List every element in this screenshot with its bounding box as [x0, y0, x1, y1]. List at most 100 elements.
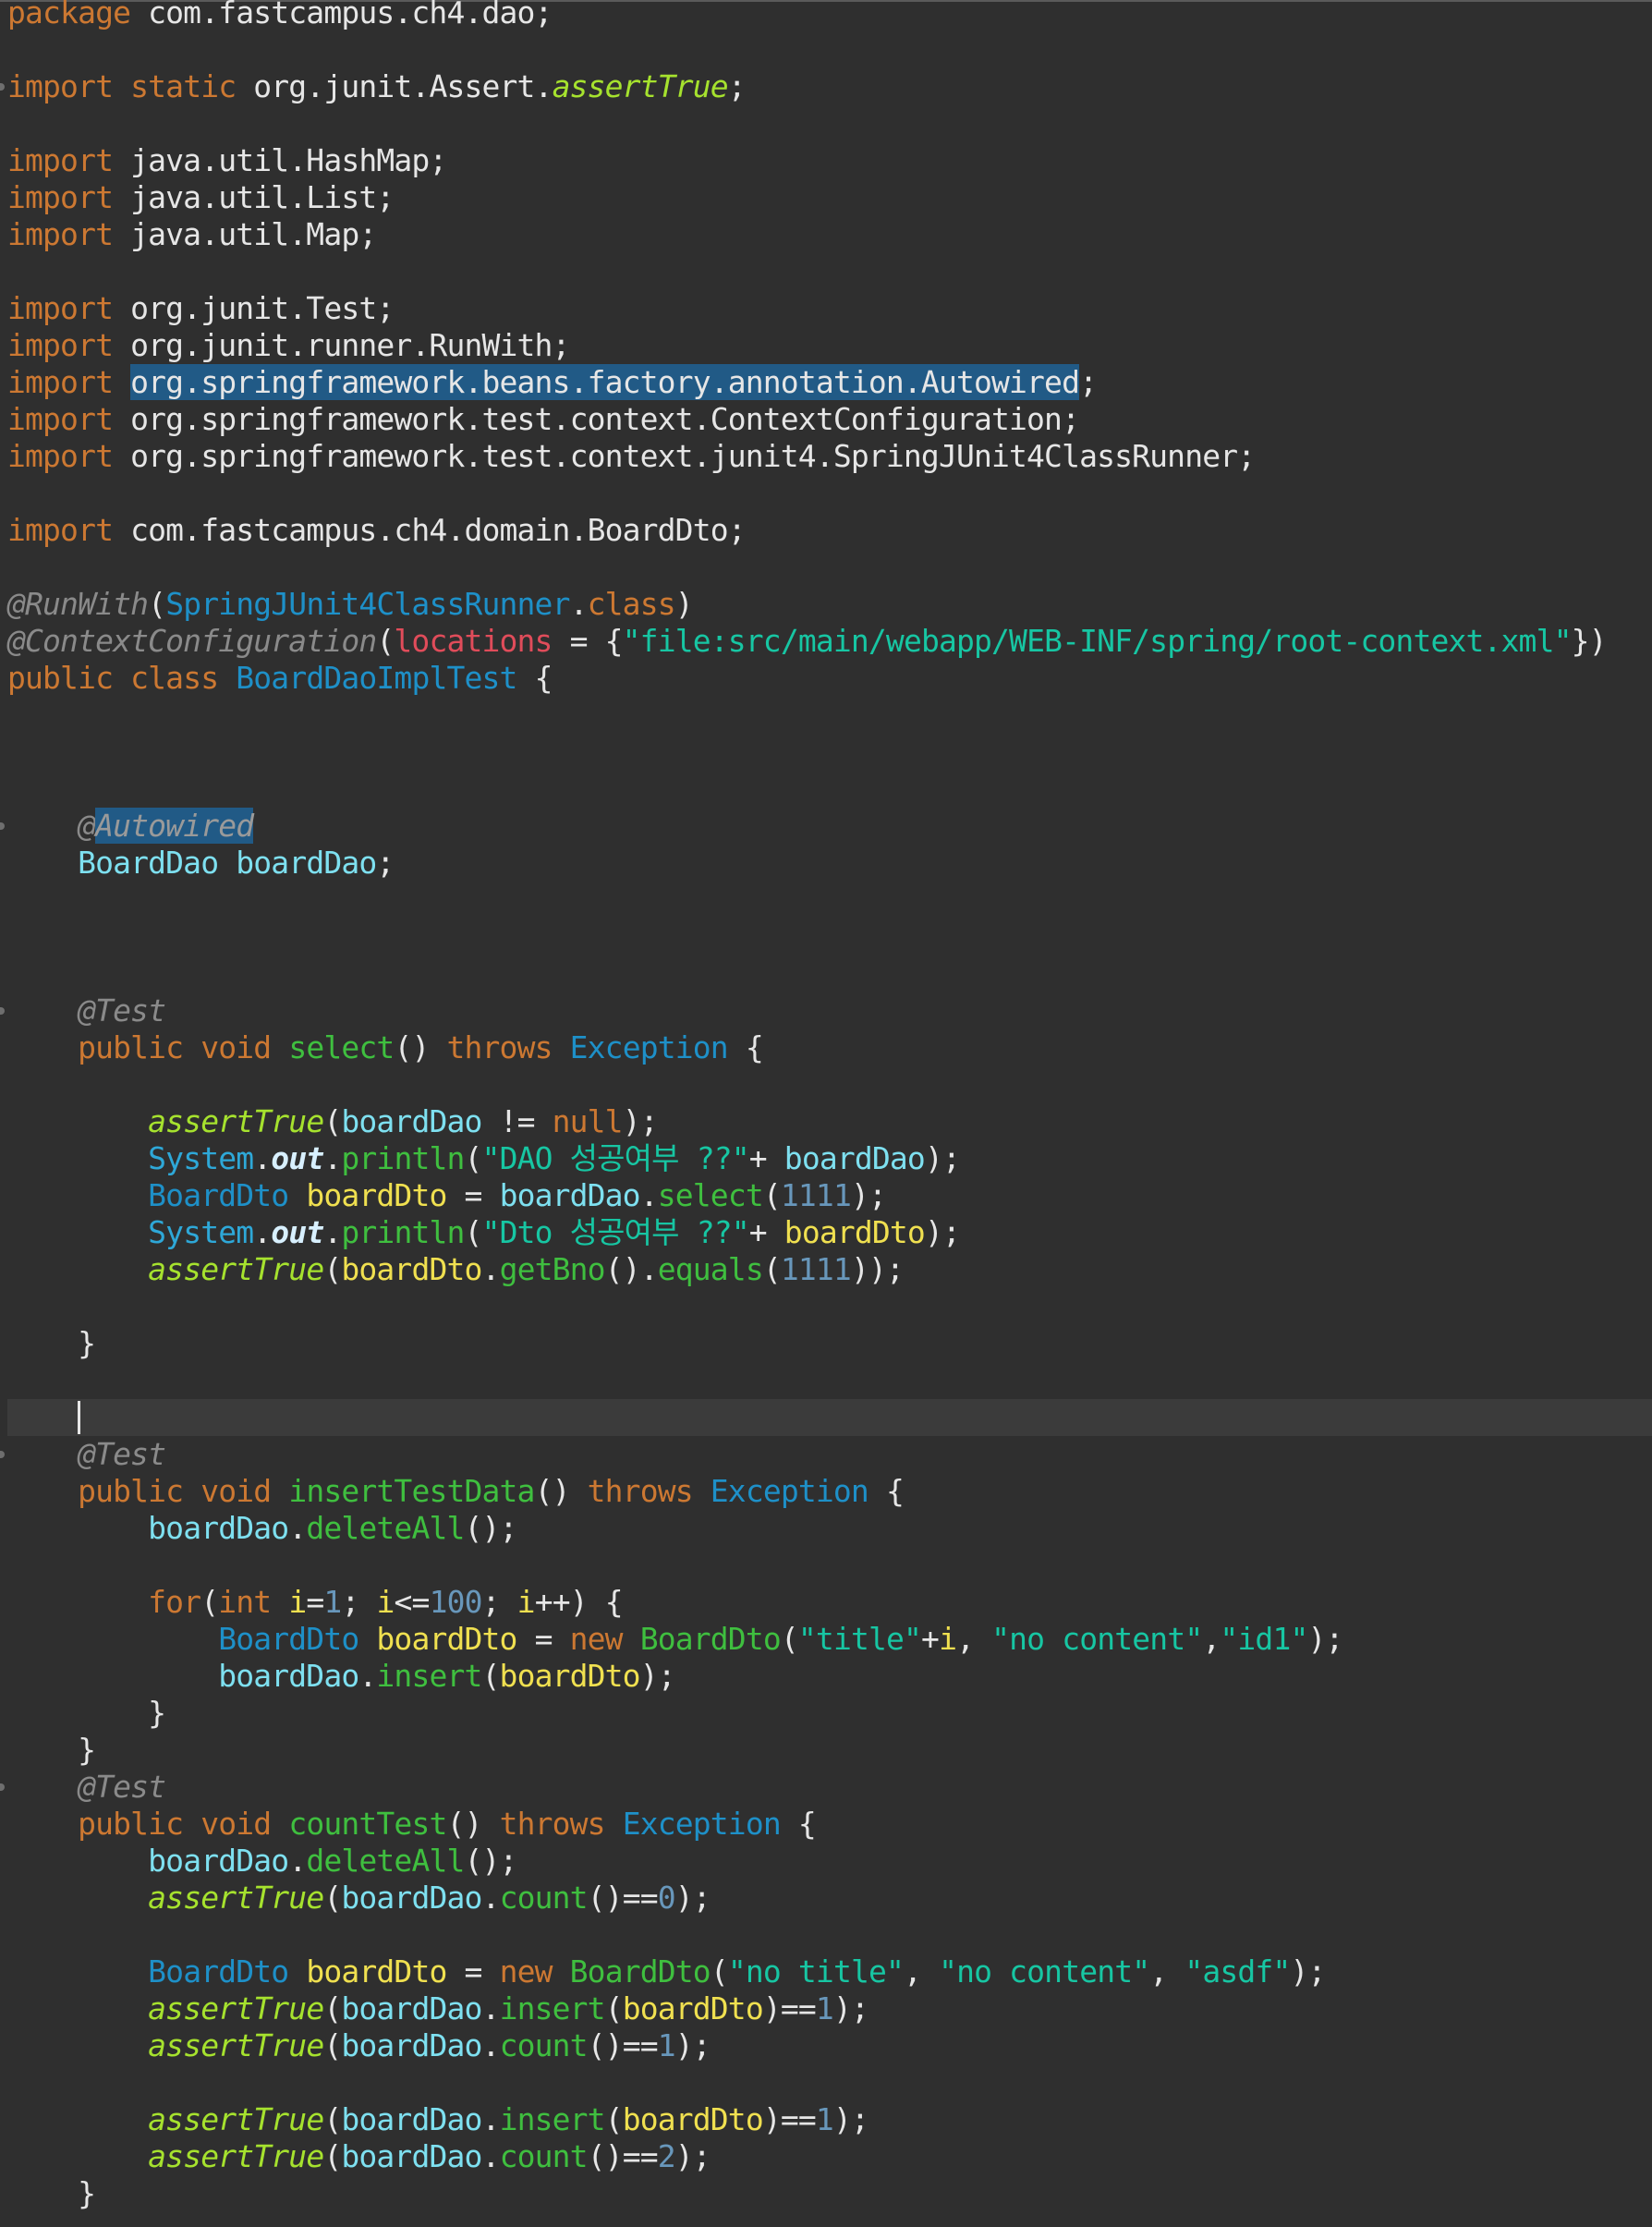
code-token: 2 [657, 2138, 676, 2174]
code-token: import [7, 142, 114, 178]
code-line[interactable]: assertTrue(boardDto.getBno().equals(1111… [7, 1251, 905, 1288]
code-token: out [271, 1140, 324, 1176]
code-line[interactable]: import org.junit.runner.RunWith; [7, 327, 570, 364]
code-token: getBno [499, 1251, 606, 1287]
code-token: { [727, 1029, 764, 1065]
code-line[interactable]: BoardDto boardDto = new BoardDto("no tit… [7, 1953, 1326, 1990]
code-line[interactable]: public void select() throws Exception { [7, 1029, 764, 1066]
code-token: ( [762, 1251, 782, 1287]
gutter-marker[interactable] [0, 83, 5, 91]
code-line[interactable]: public void countTest() throws Exception… [7, 1806, 817, 1843]
code-line[interactable]: BoardDto boardDto = new BoardDto("title"… [7, 1621, 1343, 1658]
code-line[interactable]: @ContextConfiguration(locations = {"file… [7, 623, 1608, 660]
code-line[interactable]: } [7, 1732, 96, 1769]
code-token: } [7, 1325, 96, 1361]
code-token: boardDao [341, 1103, 482, 1139]
code-token: ( [323, 1880, 342, 1916]
current-line[interactable] [7, 1399, 1652, 1436]
code-token: boardDao [499, 1177, 641, 1213]
code-line[interactable]: import java.util.List; [7, 179, 395, 216]
code-token: ; [376, 845, 395, 881]
gutter-marker[interactable] [0, 1451, 5, 1458]
code-line[interactable]: import com.fastcampus.ch4.domain.BoardDt… [7, 512, 747, 549]
gutter-marker[interactable] [0, 1783, 5, 1791]
code-token: boardDao [148, 1843, 289, 1879]
code-line[interactable]: boardDao.insert(boardDto); [7, 1658, 675, 1695]
code-token: equals [657, 1251, 764, 1287]
code-token: Exception [710, 1473, 869, 1509]
gutter-marker[interactable] [0, 1007, 5, 1015]
code-line[interactable]: assertTrue(boardDao.count()==2); [7, 2138, 711, 2175]
code-token: insert [499, 2101, 606, 2137]
code-token: ); [924, 1214, 961, 1250]
code-line[interactable]: BoardDto boardDto = boardDao.select(1111… [7, 1177, 887, 1214]
code-token: boardDto [499, 1658, 641, 1694]
code-line[interactable]: assertTrue(boardDao != null); [7, 1103, 658, 1140]
code-token: import [7, 364, 114, 400]
code-line[interactable]: boardDao.deleteAll(); [7, 1843, 517, 1880]
code-line[interactable]: import org.springframework.beans.factory… [7, 364, 1098, 401]
code-line[interactable]: @Test [7, 1769, 166, 1806]
code-token: assertTrue [148, 2027, 324, 2063]
code-line[interactable]: import org.junit.Test; [7, 290, 395, 327]
code-line[interactable]: import org.springframework.test.context.… [7, 401, 1080, 438]
code-line[interactable]: assertTrue(boardDao.insert(boardDto)==1)… [7, 1990, 869, 2027]
code-editor[interactable]: package com.fastcampus.ch4.dao; import st… [0, 0, 1652, 2227]
code-token: 0 [657, 1880, 676, 1916]
code-token: ( [376, 623, 395, 659]
code-line[interactable]: @Autowired [7, 808, 254, 845]
code-token: ); [622, 1103, 659, 1139]
code-line[interactable]: @Test [7, 992, 166, 1029]
code-token: ( [323, 2101, 342, 2137]
code-line[interactable]: assertTrue(boardDao.count()==1); [7, 2027, 711, 2064]
code-token: . [481, 2101, 501, 2137]
code-line[interactable]: @RunWith(SpringJUnit4ClassRunner.class) [7, 586, 694, 623]
code-line[interactable]: BoardDao boardDao; [7, 845, 395, 882]
code-token: ( [323, 1990, 342, 2026]
code-token: ( [464, 1214, 483, 1250]
code-line[interactable]: import org.springframework.test.context.… [7, 438, 1256, 475]
code-token: BoardDto [639, 1621, 782, 1657]
code-line[interactable]: import static org.junit.Assert.assertTru… [7, 68, 747, 105]
code-line[interactable]: System.out.println("Dto 성공여부 ??"+ boardD… [7, 1214, 961, 1251]
code-token: locations [394, 623, 553, 659]
code-token: Autowired [95, 808, 254, 844]
code-line[interactable]: assertTrue(boardDao.insert(boardDto)==1)… [7, 2101, 869, 2138]
code-token: org.springframework.beans.factory.annota… [130, 364, 1080, 400]
code-line[interactable]: for(int i=1; i<=100; i++) { [7, 1584, 623, 1621]
code-line[interactable]: import java.util.HashMap; [7, 142, 447, 179]
code-line[interactable]: import java.util.Map; [7, 216, 377, 253]
code-line[interactable]: public void insertTestData() throws Exce… [7, 1473, 905, 1510]
code-token: = [306, 1584, 324, 1620]
code-line[interactable]: assertTrue(boardDao.count()==0); [7, 1880, 711, 1917]
code-line[interactable]: package com.fastcampus.ch4.dao; [7, 0, 553, 31]
code-line[interactable]: public class BoardDaoImplTest { [7, 660, 553, 697]
code-line[interactable]: } [7, 2175, 96, 2212]
code-token: "no content" [991, 1621, 1203, 1657]
code-line[interactable]: System.out.println("DAO 성공여부 ??"+ boardD… [7, 1140, 961, 1177]
code-line[interactable]: } [7, 1325, 96, 1362]
code-token: . [358, 1658, 377, 1694]
code-line[interactable]: boardDao.deleteAll(); [7, 1510, 517, 1547]
code-token: ( [323, 1251, 342, 1287]
code-token: + [748, 1214, 784, 1250]
code-line[interactable]: } [7, 1695, 166, 1732]
gutter-marker[interactable] [0, 822, 5, 830]
code-line[interactable]: @Test [7, 1436, 166, 1473]
code-token: ); [1307, 1621, 1343, 1657]
code-token: @ContextConfiguration [7, 623, 377, 659]
code-token: ( [762, 1177, 782, 1213]
code-token: () [534, 1473, 588, 1509]
code-token: "Dto 성공여부 ??" [481, 1214, 750, 1250]
code-token: java.util.List; [113, 179, 395, 215]
